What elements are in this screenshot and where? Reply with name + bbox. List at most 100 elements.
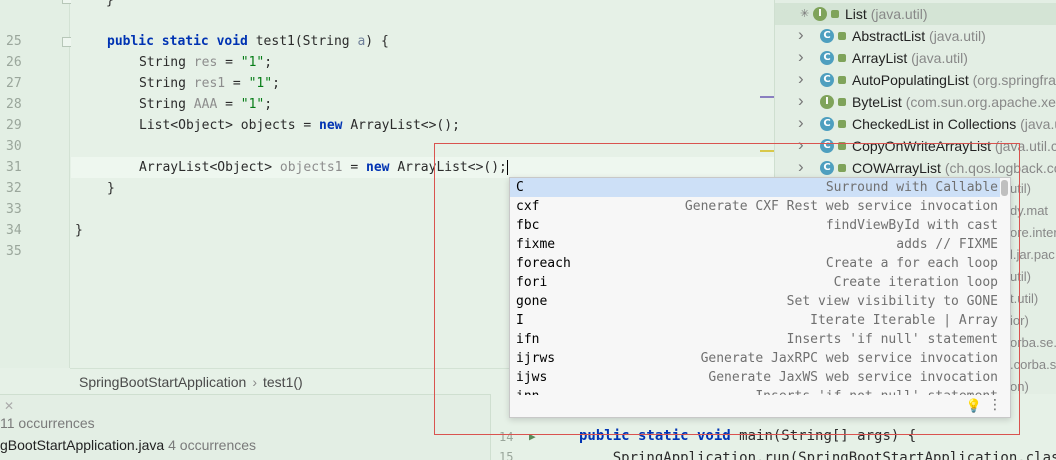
code-line[interactable]: String res1 = "1"; — [139, 73, 280, 94]
completion-item[interactable]: gone Set view visibility to GONE — [510, 292, 1000, 311]
template-description: Generate JaxWS web service invocation — [708, 370, 998, 385]
class-icon: C — [820, 139, 834, 153]
completion-item[interactable]: ijrws Generate JaxRPC web service invocat… — [510, 349, 1000, 368]
hierarchy-item-fragment: util) — [1010, 181, 1031, 196]
line-number: 29 — [6, 118, 22, 133]
file-occurrences-count: 4 occurrences — [168, 437, 257, 453]
line-number: 30 — [6, 139, 22, 154]
code-line[interactable]: public static void test1(String a) { — [107, 31, 389, 52]
hierarchy-item[interactable]: ✳ I List (java.util) — [775, 3, 1056, 25]
class-icon: C — [820, 73, 834, 87]
template-abbreviation: fori — [516, 275, 548, 290]
code-line[interactable]: ArrayList<Object> objects1 = new ArrayLi… — [139, 157, 508, 178]
public-access-icon — [838, 32, 846, 40]
hierarchy-item-label: CheckedList in Collections (java.ut — [852, 116, 1056, 132]
template-abbreviation: ijws — [516, 370, 548, 385]
code-line[interactable]: String AAA = "1"; — [139, 94, 272, 115]
template-description: Surround with Callable — [825, 180, 998, 195]
error-stripe-marker[interactable] — [760, 150, 774, 152]
hierarchy-item[interactable]: › C CopyOnWriteArrayList (java.util.co — [775, 135, 1056, 157]
template-abbreviation: fbc — [516, 218, 540, 233]
interface-icon: I — [813, 7, 827, 21]
hierarchy-item-fragment: dy.mat — [1010, 203, 1049, 218]
breadcrumb-method[interactable]: test1() — [263, 374, 303, 390]
chevron-right-icon[interactable]: › — [798, 112, 804, 134]
preview-line-number: 15 — [499, 450, 514, 460]
completion-item[interactable]: cxf Generate CXF Rest web service invocat… — [510, 197, 1000, 216]
code-line[interactable]: List<Object> objects = new ArrayList<>()… — [139, 115, 460, 136]
breadcrumb-class[interactable]: SpringBootStartApplication — [79, 374, 246, 390]
hierarchy-item[interactable]: › C ArrayList (java.util) — [775, 47, 1056, 69]
hierarchy-item-label: ArrayList (java.util) — [852, 50, 968, 66]
error-stripe-marker[interactable] — [760, 96, 774, 98]
hierarchy-item-fragment: orba.se.sp — [1010, 335, 1056, 350]
chevron-right-icon[interactable]: › — [798, 134, 804, 156]
template-description: Iterate Iterable | Array — [810, 313, 998, 328]
hierarchy-item-fragment: ore.inter — [1010, 225, 1056, 240]
hierarchy-item[interactable]: › C AbstractList (java.util) — [775, 25, 1056, 47]
public-access-icon — [838, 98, 846, 106]
hierarchy-item-label: COWArrayList (ch.qos.logback.co — [852, 160, 1056, 176]
template-abbreviation: fixme — [516, 237, 556, 252]
hierarchy-item-label: CopyOnWriteArrayList (java.util.co — [852, 138, 1056, 154]
completion-item[interactable]: fixme adds // FIXME — [510, 235, 1000, 254]
chevron-right-icon[interactable]: › — [798, 156, 804, 178]
find-usages-panel: ✕ 11 occurrences gBootStartApplication.j… — [0, 394, 490, 460]
hierarchy-item-label: AbstractList (java.util) — [852, 28, 986, 44]
chevron-right-icon[interactable]: › — [798, 68, 804, 90]
template-description: Create a for each loop — [825, 256, 998, 271]
class-icon: C — [820, 161, 834, 175]
completion-item[interactable]: ijws Generate JaxWS web service invocatio… — [510, 368, 1000, 387]
template-abbreviation: gone — [516, 294, 548, 309]
template-abbreviation: ijrws — [516, 351, 556, 366]
code-line-partial: } — [106, 0, 114, 8]
template-description: Inserts 'if null' statement — [786, 332, 998, 347]
hierarchy-item-label: AutoPopulatingList (org.springfra — [852, 72, 1056, 88]
hierarchy-item[interactable]: › C AutoPopulatingList (org.springfra — [775, 69, 1056, 91]
class-icon: C — [820, 29, 834, 43]
close-icon[interactable]: ✕ — [4, 399, 14, 413]
completion-item[interactable]: ifn Inserts 'if null' statement — [510, 330, 1000, 349]
completion-item[interactable]: fbc findViewById with cast — [510, 216, 1000, 235]
popup-scrollbar[interactable] — [1001, 180, 1008, 196]
template-abbreviation: foreach — [516, 256, 571, 271]
template-abbreviation: cxf — [516, 199, 540, 214]
template-abbreviation: C — [516, 180, 524, 195]
file-occurrences-row[interactable]: gBootStartApplication.java 4 occurrences — [0, 437, 256, 453]
hierarchy-item[interactable]: › C CheckedList in Collections (java.ut — [775, 113, 1056, 135]
line-number: 34 — [6, 223, 22, 238]
line-number: 25 — [6, 34, 22, 49]
expanded-icon[interactable]: ✳ — [800, 3, 809, 25]
code-line[interactable]: } — [75, 220, 83, 241]
chevron-right-icon[interactable]: › — [798, 90, 804, 112]
completion-item[interactable]: I Iterate Iterable | Array — [510, 311, 1000, 330]
public-access-icon — [838, 76, 846, 84]
text-caret — [506, 160, 508, 175]
code-line[interactable]: } — [107, 178, 115, 199]
popup-footer: 💡 ⋮ — [510, 395, 1010, 417]
lightbulb-icon[interactable]: 💡 — [966, 399, 982, 414]
hierarchy-item-label: ByteList (com.sun.org.apache.xerc — [852, 94, 1056, 110]
chevron-right-icon[interactable]: › — [798, 46, 804, 68]
template-description: Generate JaxRPC web service invocation — [700, 351, 998, 366]
hierarchy-item-fragment: on) — [1010, 379, 1029, 394]
more-vertical-icon[interactable]: ⋮ — [988, 397, 1002, 413]
public-access-icon — [838, 54, 846, 62]
live-template-completion-popup[interactable]: innInserts 'if not null' statementijwsGe… — [509, 177, 1011, 418]
chevron-right-icon[interactable]: › — [798, 24, 804, 46]
occurrences-count[interactable]: 11 occurrences — [0, 415, 95, 431]
hierarchy-item[interactable]: › I ByteList (com.sun.org.apache.xerc — [775, 91, 1056, 113]
completion-item[interactable]: foreach Create a for each loop — [510, 254, 1000, 273]
code-line[interactable]: String res = "1"; — [139, 52, 272, 73]
preview-line-number: 14 — [499, 430, 514, 444]
hierarchy-item-fragment: util) — [1010, 269, 1031, 284]
completion-item[interactable]: fori Create iteration loop — [510, 273, 1000, 292]
interface-icon: I — [820, 95, 834, 109]
run-icon[interactable]: ▶ — [529, 430, 536, 443]
hierarchy-item[interactable]: › C COWArrayList (ch.qos.logback.co — [775, 157, 1056, 179]
hierarchy-item-fragment: .corba.s — [1010, 357, 1056, 372]
line-number-gutter: 25 26 27 28 29 30 31 32 33 34 35 — [0, 0, 72, 368]
public-access-icon — [838, 164, 846, 172]
completion-item[interactable]: C Surround with Callable — [510, 178, 1000, 197]
breadcrumb-separator: › — [252, 374, 257, 390]
